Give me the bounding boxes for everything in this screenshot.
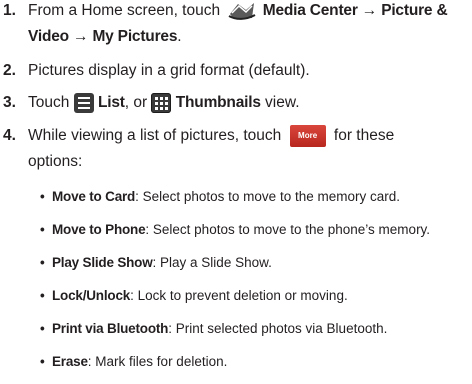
step-text: From a Home screen, touch	[28, 2, 225, 20]
step-number: 4.	[3, 127, 16, 144]
arrow: →	[357, 2, 382, 20]
step-number: 1.	[3, 2, 16, 19]
step-number: 2.	[3, 62, 16, 79]
thumbnails-view-icon	[151, 92, 172, 113]
arrow: →	[68, 28, 93, 45]
bullet: •	[40, 222, 45, 237]
bullet: •	[40, 288, 45, 303]
bullet: •	[40, 255, 45, 270]
picture-video-label-cont: Video	[28, 28, 69, 45]
list-item: • Move to Card: Select photos to move to …	[40, 189, 400, 204]
list-item: • Print via Bluetooth: Print selected pho…	[40, 321, 388, 336]
picture-video-label: Picture &	[381, 2, 448, 20]
bullet: •	[40, 321, 45, 336]
list-view-icon	[73, 92, 94, 113]
media-center-label: Media Center	[262, 2, 358, 20]
list-item: • Move to Phone: Select photos to move to…	[40, 222, 431, 237]
bullet: •	[40, 189, 45, 204]
thumbnails-label: Thumbnails	[175, 94, 261, 111]
step-text: Pictures display in a grid format (defau…	[28, 62, 310, 79]
list-label: List	[97, 94, 125, 111]
step-number: 3.	[3, 94, 16, 111]
media-center-icon	[224, 0, 258, 22]
list-item: • Lock/Unlock: Lock to prevent deletion o…	[40, 288, 348, 303]
list-item: • Play Slide Show: Play a Slide Show.	[40, 255, 272, 270]
list-item: • Erase: Mark files for deletion.	[40, 354, 228, 369]
bullet: •	[40, 354, 45, 369]
my-pictures-label: My Pictures	[92, 28, 178, 45]
more-button: More	[289, 125, 326, 147]
